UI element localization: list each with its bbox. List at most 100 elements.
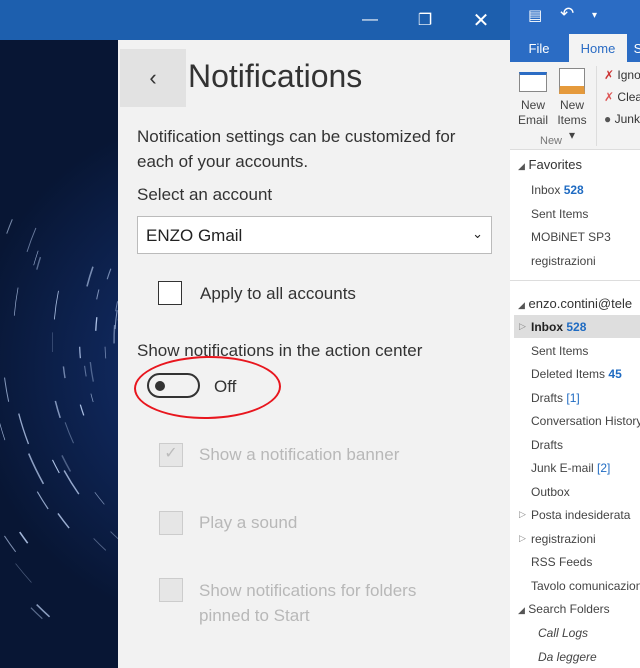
send-receive-icon[interactable]: ▤ bbox=[528, 6, 542, 24]
folder-item[interactable]: Inbox 528 bbox=[531, 320, 586, 334]
account-select[interactable]: ENZO Gmail ⌄ bbox=[137, 216, 492, 254]
unread-count: 528 bbox=[566, 320, 587, 334]
apply-all-label: Apply to all accounts bbox=[200, 284, 356, 303]
folder-name: Inbox bbox=[531, 320, 563, 334]
folder-name: Sent Items bbox=[531, 343, 589, 358]
search-folder-item[interactable]: Call Logs bbox=[538, 626, 588, 640]
new-items-button[interactable]: New Items ▾ bbox=[554, 68, 590, 143]
unread-count: 45 bbox=[608, 367, 622, 381]
divider bbox=[596, 66, 597, 146]
folder-name: Posta indesiderata bbox=[531, 508, 631, 522]
folder-name: MOBiNET SP3 bbox=[531, 230, 611, 245]
minimize-button[interactable]: — bbox=[347, 0, 393, 40]
page-title: Notifications bbox=[188, 58, 363, 94]
folder-item[interactable]: Drafts bbox=[531, 438, 563, 452]
collapse-icon: ◢ bbox=[518, 161, 525, 171]
favorite-folder[interactable]: registrazioni bbox=[531, 254, 596, 268]
expand-icon[interactable]: ▷ bbox=[519, 533, 526, 544]
account-header[interactable]: ◢ enzo.contini@tele bbox=[518, 296, 632, 311]
new-items-label: New Items bbox=[557, 98, 587, 127]
favorite-folder[interactable]: Sent Items bbox=[531, 207, 588, 221]
favorite-folder[interactable]: Inbox 528 bbox=[531, 183, 584, 197]
junk-label: Junk bbox=[614, 112, 640, 126]
clean-up-label: Clean Up bbox=[617, 90, 640, 104]
new-email-button[interactable]: New Email bbox=[516, 72, 550, 128]
folder-item[interactable]: Sent Items bbox=[531, 344, 588, 358]
collapse-icon: ◢ bbox=[518, 300, 525, 310]
folder-item[interactable]: Drafts [1] bbox=[531, 391, 580, 405]
pinned-folders-label: Show notifications for folders pinned to… bbox=[199, 581, 417, 625]
new-email-label: New Email bbox=[517, 98, 548, 127]
junk-button[interactable]: ● Junk bbox=[604, 112, 640, 126]
tab-file[interactable]: File bbox=[522, 34, 556, 62]
apply-all-checkbox[interactable] bbox=[158, 281, 182, 305]
sound-label: Play a sound bbox=[199, 513, 298, 532]
checkmark-icon: ✓ bbox=[164, 445, 178, 462]
account-label: enzo.contini@tele bbox=[528, 296, 633, 311]
banner-label: Show a notification banner bbox=[199, 445, 400, 464]
maximize-button[interactable]: ❐ bbox=[402, 0, 448, 40]
expand-icon[interactable]: ▷ bbox=[519, 321, 526, 332]
clean-up-button[interactable]: ✗ Clean Up bbox=[604, 90, 640, 104]
desktop-background bbox=[0, 40, 118, 668]
folder-name: Conversation History bbox=[531, 414, 640, 428]
banner-checkbox[interactable]: ✓ bbox=[159, 443, 183, 467]
folder-item[interactable]: Outbox bbox=[531, 485, 570, 499]
item-count: [2] bbox=[597, 461, 611, 475]
chevron-down-icon: ⌄ bbox=[472, 226, 483, 241]
folder-name: Drafts bbox=[531, 437, 564, 452]
folder-name: Tavolo comunicazioni bbox=[531, 578, 640, 593]
envelope-icon bbox=[519, 72, 547, 92]
divider bbox=[510, 280, 640, 281]
search-folders-label: Search Folders bbox=[528, 602, 610, 616]
customize-toolbar-icon[interactable]: ▾ bbox=[592, 10, 597, 21]
select-account-label: Select an account bbox=[137, 185, 273, 204]
folder-item[interactable]: Conversation History bbox=[531, 414, 640, 428]
undo-icon[interactable]: ↶ bbox=[560, 4, 574, 24]
folder-name: Drafts bbox=[531, 390, 564, 405]
favorites-header[interactable]: ◢ Favorites bbox=[518, 157, 582, 172]
ignore-button[interactable]: ✗ Ignore bbox=[604, 68, 640, 82]
item-count: [1] bbox=[566, 390, 580, 405]
notifications-settings-panel: ‹ Notifications Notification settings ca… bbox=[118, 40, 510, 668]
folder-name: Inbox bbox=[531, 183, 561, 197]
folder-name: Junk E-mail bbox=[531, 461, 594, 475]
tab-send-receive[interactable]: S bbox=[632, 34, 640, 62]
close-button[interactable]: ✕ bbox=[458, 0, 504, 40]
ignore-icon: ✗ bbox=[604, 68, 615, 82]
outlook-window: ▤ ↶ ▾ File Home S New Email New Items ▾ … bbox=[510, 0, 640, 668]
folder-item[interactable]: Junk E-mail [2] bbox=[531, 461, 610, 475]
folder-name: RSS Feeds bbox=[531, 555, 593, 569]
pinned-folders-checkbox[interactable] bbox=[159, 578, 183, 602]
tab-home[interactable]: Home bbox=[569, 34, 627, 62]
folder-item[interactable]: Tavolo comunicazioni bbox=[531, 579, 640, 593]
favorite-folder[interactable]: MOBiNET SP3 bbox=[531, 230, 611, 244]
folder-item[interactable]: Posta indesiderata bbox=[531, 508, 630, 522]
group-new-label: New bbox=[540, 135, 563, 147]
folder-name: Sent Items bbox=[531, 206, 589, 221]
folder-name: Deleted Items bbox=[531, 367, 606, 381]
back-button[interactable]: ‹ bbox=[120, 49, 186, 107]
search-folder-item[interactable]: Da leggere bbox=[538, 650, 597, 664]
folder-name: registrazioni bbox=[531, 531, 596, 546]
clean-up-icon: ✗ bbox=[604, 90, 615, 104]
ignore-label: Ignore bbox=[617, 68, 640, 82]
favorites-label: Favorites bbox=[528, 157, 583, 172]
new-items-icon bbox=[559, 68, 585, 94]
selected-account: ENZO Gmail bbox=[146, 226, 243, 245]
description: Notification settings can be customized … bbox=[137, 127, 456, 171]
folder-item[interactable]: Deleted Items 45 bbox=[531, 367, 622, 381]
folder-item[interactable]: registrazioni bbox=[531, 532, 596, 546]
collapse-icon: ◢ bbox=[518, 605, 525, 615]
unread-count: 528 bbox=[563, 183, 584, 197]
search-folders-header[interactable]: ◢ Search Folders bbox=[518, 602, 610, 616]
outlook-title-bar: ▤ ↶ ▾ File Home S bbox=[510, 0, 640, 62]
sound-checkbox[interactable] bbox=[159, 511, 183, 535]
folder-name: Outbox bbox=[531, 484, 570, 499]
folder-name: registrazioni bbox=[531, 254, 596, 269]
settings-title-bar: — ❐ ✕ bbox=[0, 0, 510, 40]
ribbon: New Email New Items ▾ New ✗ Ignore ✗ Cle… bbox=[510, 62, 640, 150]
chevron-left-icon: ‹ bbox=[149, 65, 157, 90]
folder-item[interactable]: RSS Feeds bbox=[531, 555, 592, 569]
expand-icon[interactable]: ▷ bbox=[519, 509, 526, 520]
